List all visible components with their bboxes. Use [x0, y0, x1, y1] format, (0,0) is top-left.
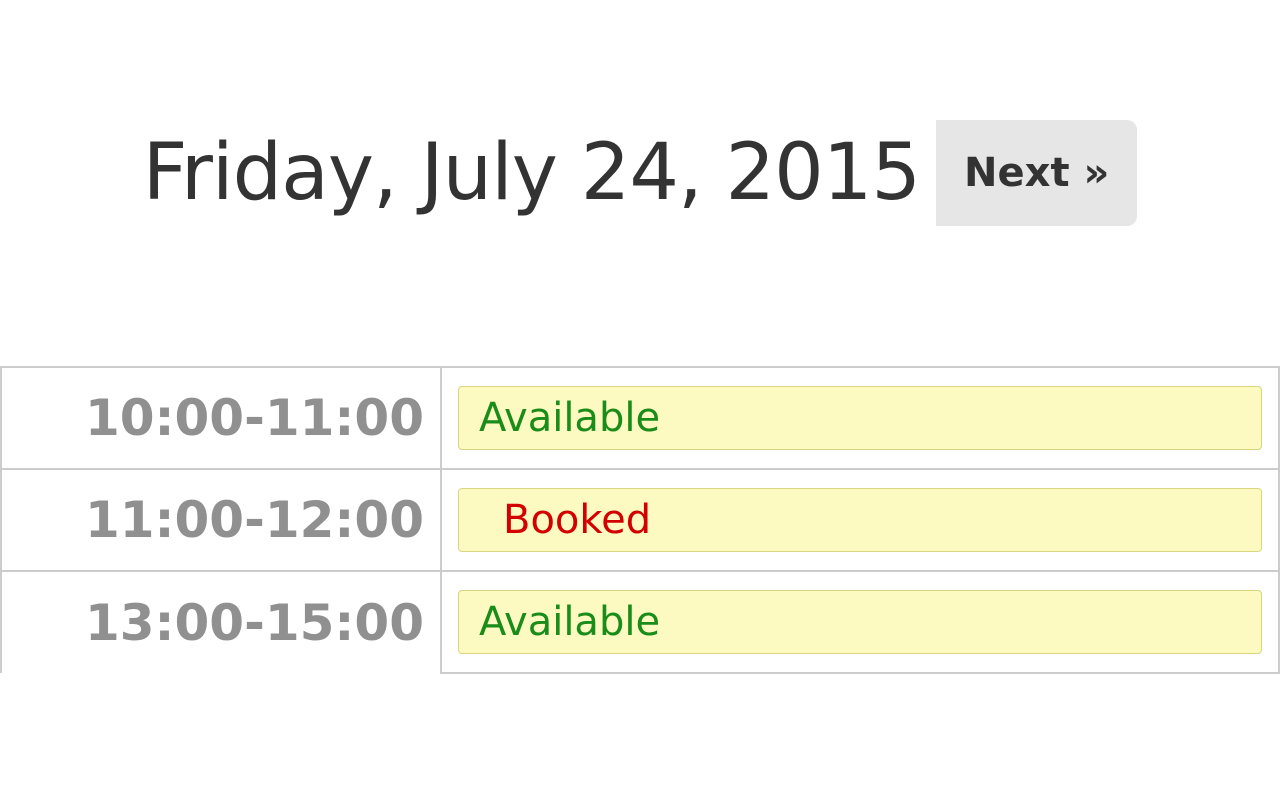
date-title: Friday, July 24, 2015: [143, 128, 920, 218]
status-cell: Available: [441, 571, 1279, 673]
time-cell: 11:00-12:00: [1, 469, 441, 571]
header-row: Friday, July 24, 2015 Next »: [0, 0, 1280, 366]
schedule-row: 10:00-11:00 Available: [1, 367, 1279, 469]
time-cell: 13:00-15:00: [1, 571, 441, 673]
status-booked[interactable]: Booked: [458, 488, 1262, 552]
status-cell: Available: [441, 367, 1279, 469]
schedule-row: 11:00-12:00 Booked: [1, 469, 1279, 571]
status-cell: Booked: [441, 469, 1279, 571]
next-button[interactable]: Next »: [936, 120, 1137, 226]
time-cell: 10:00-11:00: [1, 367, 441, 469]
status-available[interactable]: Available: [458, 590, 1262, 654]
schedule-table: 10:00-11:00 Available 11:00-12:00 Booked…: [0, 366, 1280, 674]
schedule-row: 13:00-15:00 Available: [1, 571, 1279, 673]
status-available[interactable]: Available: [458, 386, 1262, 450]
